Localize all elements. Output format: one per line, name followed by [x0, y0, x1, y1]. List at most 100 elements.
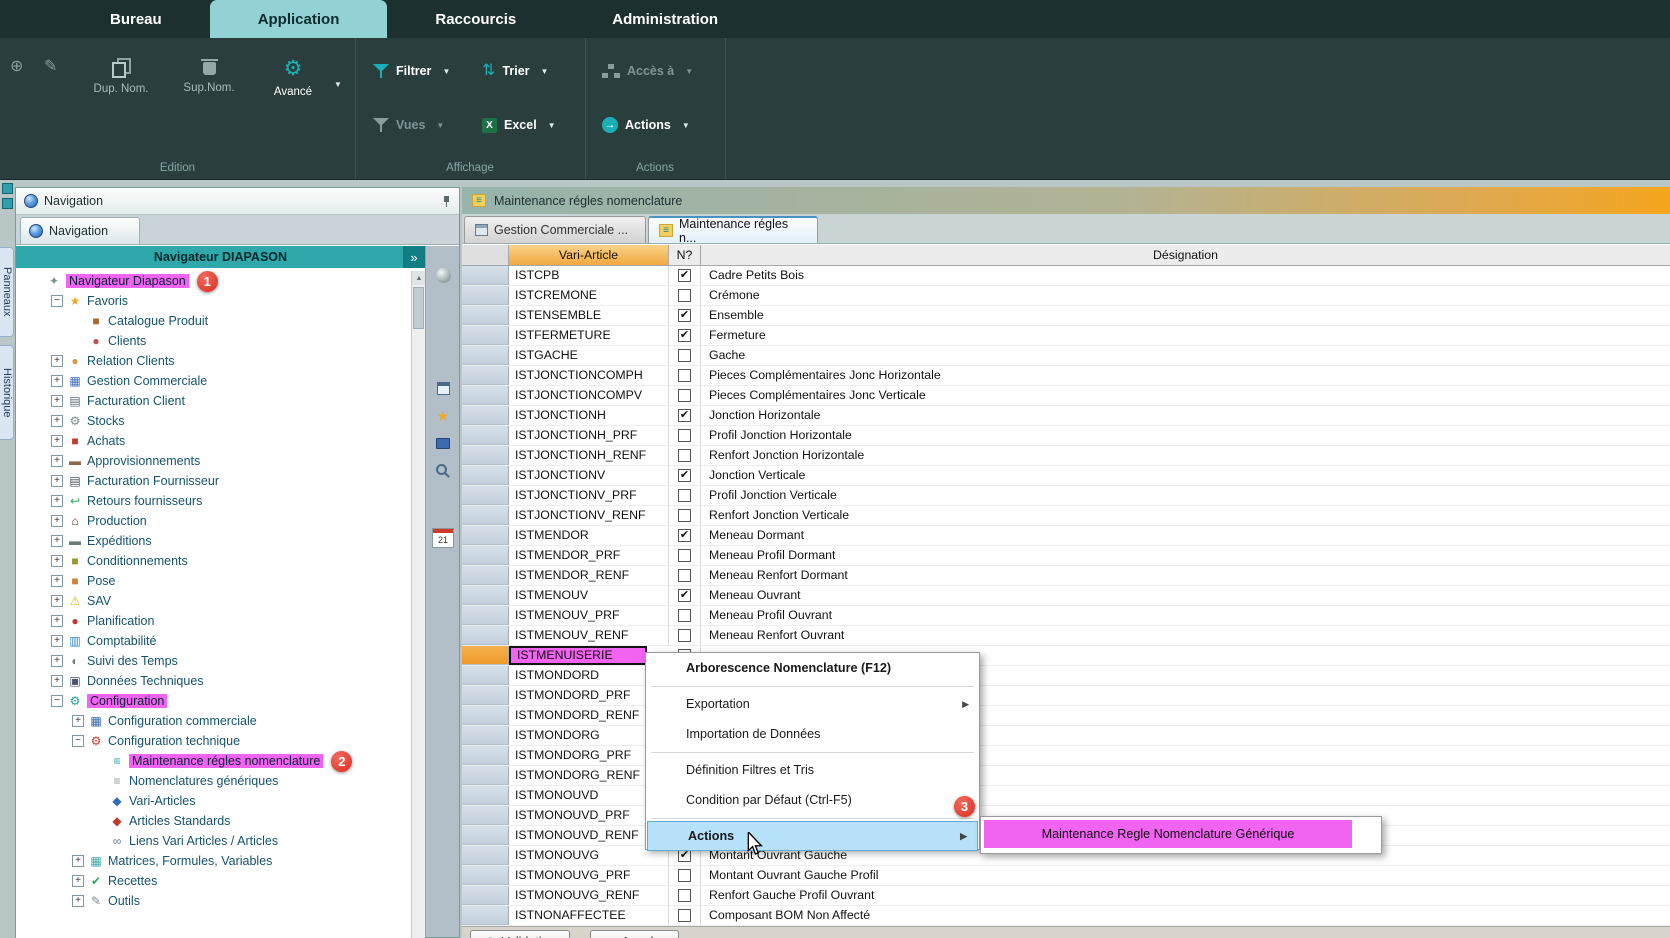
- checkbox-unchecked-icon[interactable]: [678, 549, 691, 562]
- checkbox-unchecked-icon[interactable]: [678, 349, 691, 362]
- expand-icon[interactable]: +: [72, 715, 84, 727]
- row-selector[interactable]: [462, 666, 509, 685]
- avance-button[interactable]: ⚙ Avancé: [260, 52, 326, 114]
- table-row-istjonctionv-renf[interactable]: ISTJONCTIONV_RENFRenfort Jonction Vertic…: [462, 506, 1670, 526]
- dock-icon[interactable]: [2, 183, 13, 194]
- expand-icon[interactable]: +: [51, 535, 63, 547]
- tree-item-comptabilit[interactable]: +▥Comptabilité: [16, 631, 411, 651]
- tree-item-articles-standards[interactable]: ◆Articles Standards: [16, 811, 411, 831]
- expand-icon[interactable]: +: [51, 575, 63, 587]
- menu-item-actions[interactable]: Actions▶3: [647, 821, 978, 851]
- checkbox-checked-icon[interactable]: ✔: [678, 529, 691, 542]
- expand-icon[interactable]: +: [51, 475, 63, 487]
- tree-item-vari-articles[interactable]: ◆Vari-Articles: [16, 791, 411, 811]
- table-row-istjonctioncomph[interactable]: ISTJONCTIONCOMPHPieces Complémentaires J…: [462, 366, 1670, 386]
- checkbox-unchecked-icon[interactable]: [678, 889, 691, 902]
- table-row-istgache[interactable]: ISTGACHEGache: [462, 346, 1670, 366]
- table-row-istjonctionh-prf[interactable]: ISTJONCTIONH_PRFProfil Jonction Horizont…: [462, 426, 1670, 446]
- tree-item-approvisionnements[interactable]: +▬Approvisionnements: [16, 451, 411, 471]
- filtrer-caret-icon[interactable]: ▼: [442, 67, 450, 76]
- row-selector[interactable]: [462, 566, 509, 585]
- scroll-up-icon[interactable]: ▲: [412, 271, 426, 285]
- row-selector[interactable]: [462, 386, 509, 405]
- tab-maintenance-regles[interactable]: Maintenance régles n...: [648, 216, 818, 243]
- vues-button[interactable]: Vues ▼: [373, 108, 444, 142]
- star-icon[interactable]: ★: [426, 409, 460, 423]
- sphere-icon[interactable]: [426, 268, 460, 283]
- table-row-istjonctionh[interactable]: ISTJONCTIONH✔Jonction Horizontale: [462, 406, 1670, 426]
- row-selector[interactable]: [462, 506, 509, 525]
- row-selector[interactable]: [462, 686, 509, 705]
- menu-item-condition-par-d-faut-ctrl-f5[interactable]: Condition par Défaut (Ctrl-F5): [646, 785, 979, 815]
- tree-item-configuration-technique[interactable]: −⚙Configuration technique: [16, 731, 411, 751]
- tree-item-liens-vari-articles-articles[interactable]: ∞Liens Vari Articles / Articles: [16, 831, 411, 851]
- column-header-n[interactable]: N?: [669, 245, 701, 266]
- menubar-tab-administration[interactable]: Administration: [564, 0, 766, 38]
- filtrer-button[interactable]: Filtrer ▼: [373, 54, 450, 88]
- table-row-istmondord-renf[interactable]: ISTMONDORD_RENF: [462, 706, 1670, 726]
- table-row-istmonouvg-prf[interactable]: ISTMONOUVG_PRFMontant Ouvrant Gauche Pro…: [462, 866, 1670, 886]
- row-selector[interactable]: [462, 486, 509, 505]
- row-selector[interactable]: [462, 846, 509, 865]
- expand-icon[interactable]: +: [72, 855, 84, 867]
- checkbox-checked-icon[interactable]: ✔: [678, 589, 691, 602]
- table-row-istmonouvg-renf[interactable]: ISTMONOUVG_RENFRenfort Gauche Profil Ouv…: [462, 886, 1670, 906]
- table-row-istjonctionv-prf[interactable]: ISTJONCTIONV_PRFProfil Jonction Vertical…: [462, 486, 1670, 506]
- collapse-icon[interactable]: −: [51, 695, 63, 707]
- row-selector[interactable]: [462, 546, 509, 565]
- expand-icon[interactable]: +: [72, 875, 84, 887]
- menu-item-importation-de-donn-es[interactable]: Importation de Données: [646, 719, 979, 749]
- checkbox-unchecked-icon[interactable]: [678, 869, 691, 882]
- monitor-icon[interactable]: [426, 438, 460, 449]
- collapse-icon[interactable]: −: [72, 735, 84, 747]
- calendar-icon[interactable]: 21: [426, 528, 460, 548]
- sup-nom-button[interactable]: Sup.Nom.: [176, 52, 242, 114]
- tree-scrollbar[interactable]: ▲ ▼: [411, 271, 425, 938]
- expand-icon[interactable]: +: [51, 675, 63, 687]
- table-row-istmondorg[interactable]: ISTMONDORG: [462, 726, 1670, 746]
- row-selector[interactable]: [462, 826, 509, 845]
- edit-icon[interactable]: ✎: [44, 56, 57, 76]
- table-row-istmondord[interactable]: ISTMONDORD: [462, 666, 1670, 686]
- expand-icon[interactable]: +: [51, 455, 63, 467]
- row-selector[interactable]: [462, 866, 509, 885]
- tree-item-nomenclatures-g-n-riques[interactable]: ≡Nomenclatures génériques: [16, 771, 411, 791]
- table-row-istmondord-prf[interactable]: ISTMONDORD_PRF: [462, 686, 1670, 706]
- checkbox-unchecked-icon[interactable]: [678, 289, 691, 302]
- menubar-tab-bureau[interactable]: Bureau: [62, 0, 210, 38]
- tree-item-catalogue-produit[interactable]: ■Catalogue Produit: [16, 311, 411, 331]
- table-row-istmondorg-renf[interactable]: ISTMONDORG_RENF: [462, 766, 1670, 786]
- expand-icon[interactable]: +: [51, 555, 63, 567]
- row-selector[interactable]: [462, 526, 509, 545]
- table-row-istensemble[interactable]: ISTENSEMBLE✔Ensemble: [462, 306, 1670, 326]
- row-selector[interactable]: [462, 426, 509, 445]
- row-selector[interactable]: [462, 606, 509, 625]
- table-row-istjonctioncompv[interactable]: ISTJONCTIONCOMPVPieces Complémentaires J…: [462, 386, 1670, 406]
- submenu-item-maintenance-regle[interactable]: Maintenance Regle Nomenclature Générique: [984, 820, 1352, 848]
- table-row-istcremone[interactable]: ISTCREMONECrémone: [462, 286, 1670, 306]
- table-row-istcpb[interactable]: ISTCPB✔Cadre Petits Bois: [462, 266, 1670, 286]
- checkbox-unchecked-icon[interactable]: [678, 909, 691, 922]
- tree-item-maintenance-r-gles-nomenclature[interactable]: ≡Maintenance régles nomenclature2: [16, 751, 411, 771]
- table-row-istmenouv-prf[interactable]: ISTMENOUV_PRFMeneau Profil Ouvrant: [462, 606, 1670, 626]
- window-icon[interactable]: [426, 382, 460, 395]
- row-selector[interactable]: [462, 626, 509, 645]
- tree-item-facturation-fournisseur[interactable]: +▤Facturation Fournisseur: [16, 471, 411, 491]
- expand-icon[interactable]: +: [51, 635, 63, 647]
- table-row-istmondorg-prf[interactable]: ISTMONDORG_PRF: [462, 746, 1670, 766]
- expand-icon[interactable]: +: [51, 595, 63, 607]
- tree-item-production[interactable]: +⌂Production: [16, 511, 411, 531]
- column-header-vari-article[interactable]: Vari-Article: [509, 245, 669, 266]
- menu-item-arborescence-nomenclature-f12[interactable]: Arborescence Nomenclature (F12): [646, 653, 979, 683]
- scrollbar-thumb[interactable]: [413, 287, 424, 329]
- expand-icon[interactable]: +: [51, 515, 63, 527]
- expand-icon[interactable]: +: [51, 355, 63, 367]
- checkbox-unchecked-icon[interactable]: [678, 429, 691, 442]
- table-row-istmendor[interactable]: ISTMENDOR✔Meneau Dormant: [462, 526, 1670, 546]
- pin-icon[interactable]: [441, 196, 451, 207]
- tree-item-achats[interactable]: +■Achats: [16, 431, 411, 451]
- checkbox-unchecked-icon[interactable]: [678, 389, 691, 402]
- tree-item-conditionnements[interactable]: +■Conditionnements: [16, 551, 411, 571]
- search-icon[interactable]: [426, 464, 460, 479]
- table-row-istjonctionv[interactable]: ISTJONCTIONV✔Jonction Verticale: [462, 466, 1670, 486]
